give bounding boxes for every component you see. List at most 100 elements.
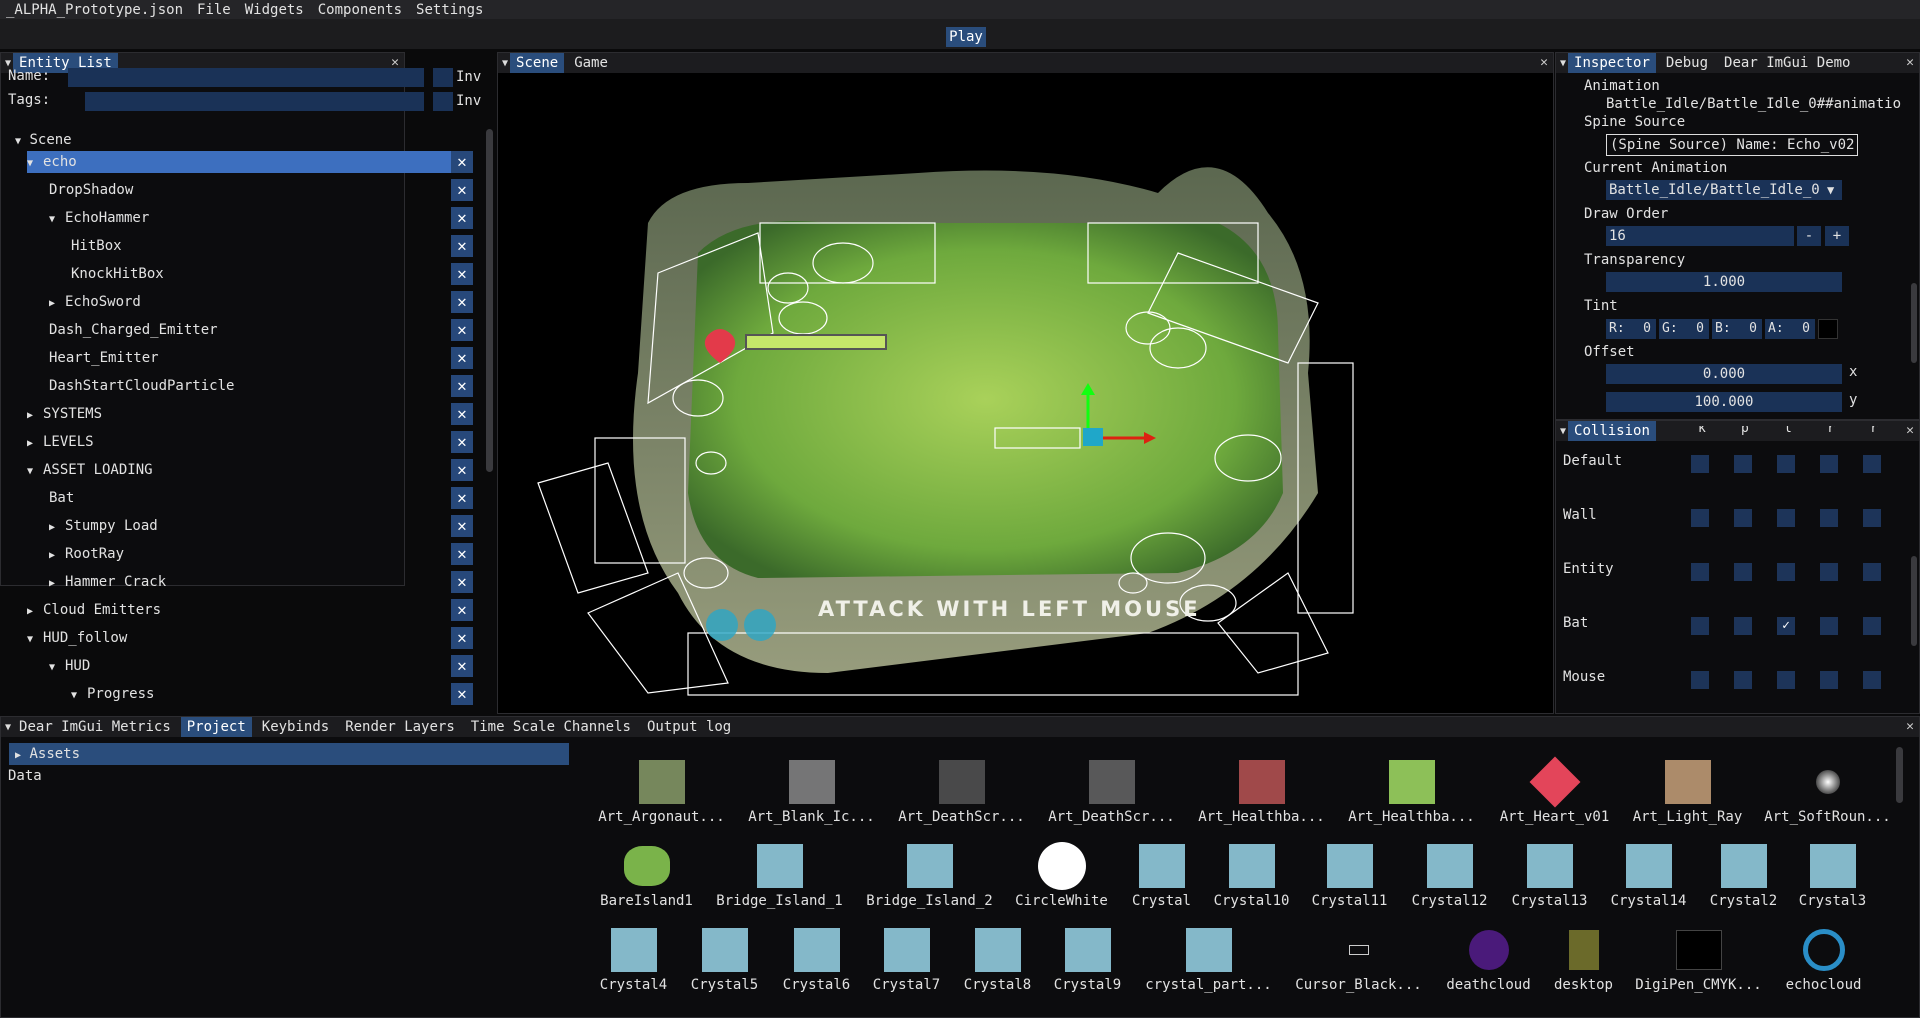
remove-entity-button[interactable]: ✕ — [451, 599, 473, 621]
collision-scrollbar[interactable] — [1911, 556, 1917, 646]
tree-node-assets[interactable]: ▶ Assets — [9, 743, 569, 765]
remove-entity-button[interactable]: ✕ — [451, 319, 473, 341]
entity-list-scrollbar[interactable] — [486, 129, 493, 472]
entity-tree-item[interactable]: ▼ HUD_follow — [27, 627, 127, 649]
chevron-down-icon[interactable]: ▼ — [27, 629, 43, 651]
entity-tree-item[interactable]: Bat — [49, 487, 74, 509]
asset-tile[interactable]: Art_Healthba... — [1344, 757, 1479, 825]
chevron-down-icon[interactable]: ▼ — [71, 685, 87, 707]
entity-tree-item[interactable]: DropShadow — [49, 179, 133, 201]
close-icon[interactable]: ✕ — [1540, 53, 1548, 73]
spine-source-field[interactable]: (Spine Source) Name: Echo_v02 — [1606, 134, 1858, 156]
tab-imgui-demo[interactable]: Dear ImGui Demo — [1718, 53, 1856, 73]
tab-debug[interactable]: Debug — [1660, 53, 1714, 73]
current-animation-dropdown[interactable]: Battle_Idle/Battle_Idle_0 — [1606, 180, 1842, 200]
collision-checkbox[interactable] — [1863, 563, 1881, 581]
entity-tree-item[interactable]: HitBox — [71, 235, 122, 257]
tint-channel-input[interactable]: B: 0 — [1712, 319, 1762, 339]
entity-tree-item[interactable]: ▼ ASSET LOADING — [27, 459, 153, 481]
name-invert-checkbox[interactable] — [433, 68, 453, 87]
collision-checkbox[interactable] — [1691, 509, 1709, 527]
tab-inspector[interactable]: Inspector — [1568, 53, 1656, 73]
chevron-right-icon[interactable]: ▶ — [49, 517, 65, 539]
asset-tile[interactable]: BareIsland1 — [579, 841, 714, 909]
inspector-scrollbar[interactable] — [1911, 283, 1917, 363]
remove-entity-button[interactable]: ✕ — [451, 487, 473, 509]
menu-settings[interactable]: Settings — [416, 2, 483, 18]
collision-checkbox[interactable]: ✓ — [1777, 617, 1795, 635]
collision-checkbox[interactable] — [1734, 563, 1752, 581]
panel-menu-icon[interactable]: ▼ — [1560, 58, 1566, 69]
remove-entity-button[interactable]: ✕ — [451, 655, 473, 677]
entity-tree-item[interactable]: Heart_Emitter — [49, 347, 159, 369]
collision-checkbox[interactable] — [1863, 455, 1881, 473]
entity-tree-item[interactable]: ▶ Stumpy Load — [49, 515, 158, 537]
transparency-slider[interactable]: 1.000 — [1606, 272, 1842, 292]
asset-tile[interactable]: echocloud — [1756, 925, 1891, 993]
asset-tile[interactable]: crystal_part... — [1141, 925, 1276, 993]
remove-entity-button[interactable]: ✕ — [451, 543, 473, 565]
tab-collision[interactable]: Collision — [1568, 421, 1656, 441]
tint-channel-input[interactable]: R: 0 — [1606, 319, 1656, 339]
remove-entity-button[interactable]: ✕ — [451, 683, 473, 705]
asset-tile[interactable]: Bridge_Island_1 — [712, 841, 847, 909]
collision-checkbox[interactable] — [1691, 617, 1709, 635]
collision-checkbox[interactable] — [1691, 455, 1709, 473]
remove-entity-button[interactable]: ✕ — [451, 291, 473, 313]
entity-tree-item[interactable]: ▶ LEVELS — [27, 431, 94, 453]
collision-checkbox[interactable] — [1691, 671, 1709, 689]
draw-order-decrement-button[interactable]: - — [1797, 226, 1821, 246]
remove-entity-button[interactable]: ✕ — [451, 235, 473, 257]
asset-tile[interactable]: Cursor_Black... — [1291, 925, 1426, 993]
asset-tile[interactable]: Art_Argonaut... — [594, 757, 729, 825]
collision-checkbox[interactable] — [1691, 563, 1709, 581]
remove-entity-button[interactable]: ✕ — [451, 459, 473, 481]
collision-checkbox[interactable] — [1734, 617, 1752, 635]
chevron-down-icon[interactable]: ▼ — [1827, 180, 1834, 200]
asset-tile[interactable]: Art_Healthba... — [1194, 757, 1329, 825]
close-icon[interactable]: ✕ — [1906, 421, 1914, 441]
chevron-right-icon[interactable]: ▶ — [49, 573, 65, 595]
remove-entity-button[interactable]: ✕ — [451, 403, 473, 425]
chevron-right-icon[interactable]: ▶ — [49, 293, 65, 315]
collision-checkbox[interactable] — [1777, 455, 1795, 473]
collision-checkbox[interactable] — [1777, 671, 1795, 689]
tint-channel-input[interactable]: A: 0 — [1765, 319, 1815, 339]
asset-tile[interactable]: Art_DeathScr... — [894, 757, 1029, 825]
draw-order-input[interactable]: 16 — [1606, 226, 1794, 246]
remove-entity-button[interactable]: ✕ — [451, 263, 473, 285]
asset-tile[interactable]: Bridge_Island_2 — [862, 841, 997, 909]
asset-tile[interactable]: Crystal3 — [1765, 841, 1900, 909]
chevron-right-icon[interactable]: ▶ — [49, 545, 65, 567]
remove-entity-button[interactable]: ✕ — [451, 347, 473, 369]
chevron-right-icon[interactable]: ▶ — [27, 601, 43, 623]
entity-tree-item[interactable]: ▼ Progress — [71, 683, 154, 705]
collision-checkbox[interactable] — [1777, 563, 1795, 581]
remove-entity-button[interactable]: ✕ — [451, 627, 473, 649]
entity-tree-item[interactable]: ▶ RootRay — [49, 543, 124, 565]
remove-entity-button[interactable]: ✕ — [451, 207, 473, 229]
collision-checkbox[interactable] — [1863, 617, 1881, 635]
remove-entity-button[interactable]: ✕ — [451, 571, 473, 593]
entity-tree-item[interactable]: ▼ EchoHammer — [49, 207, 149, 229]
offset-y-input[interactable]: 100.000 — [1606, 392, 1842, 412]
entity-tree-item[interactable]: KnockHitBox — [71, 263, 164, 285]
collision-checkbox[interactable] — [1820, 455, 1838, 473]
collision-checkbox[interactable] — [1820, 671, 1838, 689]
collision-checkbox[interactable] — [1820, 617, 1838, 635]
chevron-down-icon[interactable]: ▼ — [27, 153, 43, 175]
remove-entity-button[interactable]: ✕ — [451, 375, 473, 397]
asset-tile[interactable]: Art_SoftRoun... — [1760, 757, 1895, 825]
entity-tree-item[interactable]: ▼ HUD — [49, 655, 90, 677]
entity-tree-item[interactable]: ▶ EchoSword — [49, 291, 141, 313]
entity-tree-item[interactable]: ▶ SYSTEMS — [27, 403, 102, 425]
menu-file[interactable]: File — [197, 2, 231, 18]
entity-tree-item[interactable]: DashStartCloudParticle — [49, 375, 234, 397]
tags-invert-checkbox[interactable] — [433, 92, 453, 111]
collision-checkbox[interactable] — [1734, 455, 1752, 473]
asset-tile[interactable]: Art_DeathScr... — [1044, 757, 1179, 825]
menu-components[interactable]: Components — [318, 2, 402, 18]
chevron-down-icon[interactable]: ▼ — [49, 209, 65, 231]
asset-tile[interactable]: Art_Light_Ray — [1620, 757, 1755, 825]
asset-tile[interactable]: Crystal9 — [1020, 925, 1155, 993]
